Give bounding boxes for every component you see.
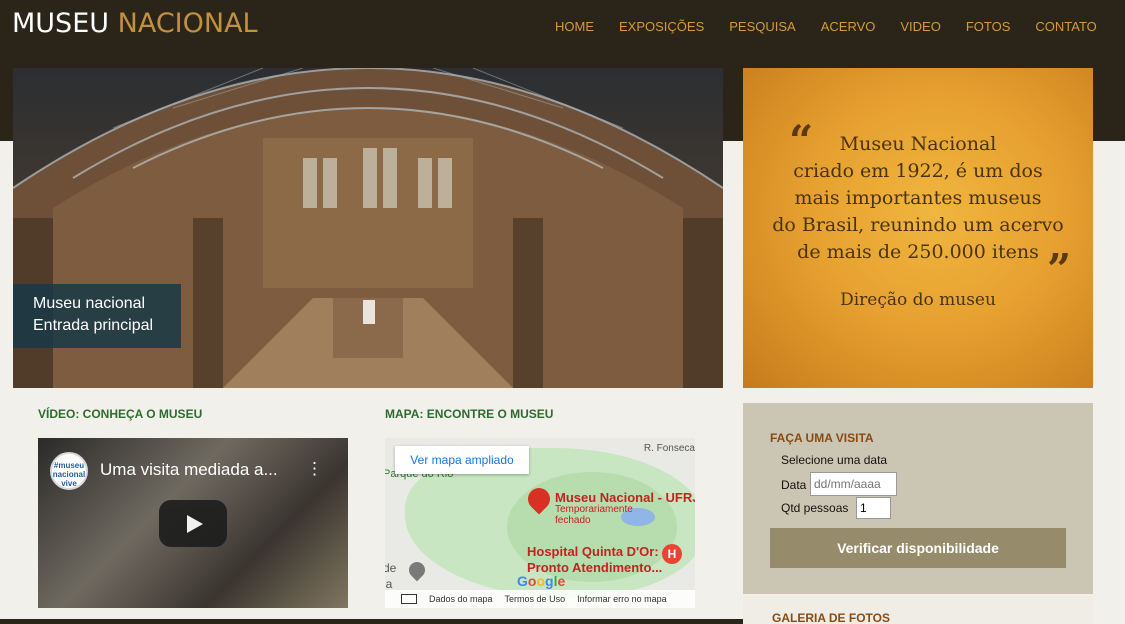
- bottom-strip: [0, 619, 743, 624]
- google-letter: e: [557, 573, 566, 589]
- video-title[interactable]: Uma visita mediada a...: [100, 460, 278, 480]
- quote-line: de mais de 250.000 itens: [797, 241, 1039, 263]
- video-player[interactable]: #museu nacional vive Uma visita mediada …: [38, 438, 348, 608]
- map-street-label: R. Fonseca: [643, 443, 695, 454]
- google-letter: o: [536, 573, 546, 589]
- hero-caption-line2: Entrada principal: [33, 317, 154, 334]
- select-date-label: Selecione uma data: [781, 453, 888, 467]
- quote-author: Direção do museu: [840, 290, 996, 310]
- channel-avatar[interactable]: #museu nacional vive: [50, 452, 88, 490]
- grey-pin-icon[interactable]: [405, 558, 429, 582]
- terms-link[interactable]: Termos de Uso: [505, 594, 566, 604]
- map-section-title: MAPA: ENCONTRE O MUSEU: [385, 407, 554, 421]
- quote-line: do Brasil, reunindo um acervo: [772, 214, 1064, 236]
- nav-video[interactable]: VIDEO: [900, 19, 940, 34]
- keyboard-icon[interactable]: [401, 594, 417, 604]
- people-input[interactable]: [856, 497, 891, 519]
- place-status: Temporariamente fechado: [555, 504, 633, 526]
- logo-nacional: NACIONAL: [117, 8, 258, 39]
- more-vert-icon[interactable]: ⋮: [306, 459, 323, 479]
- nav-home[interactable]: HOME: [555, 19, 594, 34]
- check-availability-button[interactable]: Verificar disponibilidade: [770, 528, 1066, 568]
- quote-text: Museu Nacional criado em 1922, é um dos …: [767, 131, 1069, 266]
- map-left-label: de: [385, 561, 397, 575]
- hospital-label[interactable]: Hospital Quinta D'Or: Pronto Atendimento…: [527, 544, 662, 576]
- nav-contato[interactable]: CONTATO: [1035, 19, 1096, 34]
- visit-title: FAÇA UMA VISITA: [770, 431, 874, 445]
- hero-image: Museu nacional Entrada principal: [13, 68, 723, 388]
- nav-pesquisa[interactable]: PESQUISA: [729, 19, 795, 34]
- nav-acervo[interactable]: ACERVO: [821, 19, 876, 34]
- quote-line: mais importantes museus: [794, 187, 1042, 209]
- report-error-link[interactable]: Informar erro no mapa: [577, 594, 667, 604]
- visit-form: FAÇA UMA VISITA Selecione uma data Data …: [743, 403, 1093, 594]
- view-larger-map-link[interactable]: Ver mapa ampliado: [395, 446, 529, 474]
- main-nav: HOME EXPOSIÇÕES PESQUISA ACERVO VIDEO FO…: [555, 19, 1122, 34]
- quote-line: Museu Nacional: [839, 133, 997, 155]
- hospital-icon[interactable]: H: [662, 544, 682, 564]
- map-footer: Dados do mapa Termos de Uso Informar err…: [385, 590, 695, 608]
- google-letter: g: [545, 573, 554, 589]
- place-name[interactable]: Museu Nacional - UFRJ: [555, 490, 695, 505]
- date-input[interactable]: [810, 472, 897, 496]
- people-label: Qtd pessoas: [781, 501, 849, 515]
- date-label: Data: [781, 478, 807, 492]
- map-left-labels: de ia: [385, 560, 396, 592]
- place-status-line2: fechado: [555, 515, 591, 526]
- place-status-line1: Temporariamente: [555, 504, 633, 515]
- quote-panel: “ Museu Nacional criado em 1922, é um do…: [743, 68, 1093, 388]
- nav-fotos[interactable]: FOTOS: [966, 19, 1011, 34]
- map-data-link[interactable]: Dados do mapa: [429, 594, 493, 604]
- site-logo[interactable]: MUSEU NACIONAL: [12, 8, 258, 39]
- close-quote-mark: ”: [1047, 245, 1072, 294]
- google-logo: Google: [517, 573, 565, 589]
- gallery-title: GALERIA DE FOTOS: [772, 611, 891, 624]
- hero-caption-line1: Museu nacional: [33, 295, 146, 312]
- video-section-title: VÍDEO: CONHEÇA O MUSEU: [38, 407, 203, 421]
- logo-museu: MUSEU: [12, 8, 110, 39]
- google-letter: G: [517, 573, 528, 589]
- map-embed[interactable]: Parque do Rio R. Fonseca Ver mapa amplia…: [385, 438, 695, 608]
- hospital-label-line1: Hospital Quinta D'Or:: [527, 544, 659, 559]
- play-icon[interactable]: [159, 500, 227, 547]
- nav-exposicoes[interactable]: EXPOSIÇÕES: [619, 19, 704, 34]
- quote-line: criado em 1922, é um dos: [793, 160, 1043, 182]
- hero-caption: Museu nacional Entrada principal: [13, 284, 181, 348]
